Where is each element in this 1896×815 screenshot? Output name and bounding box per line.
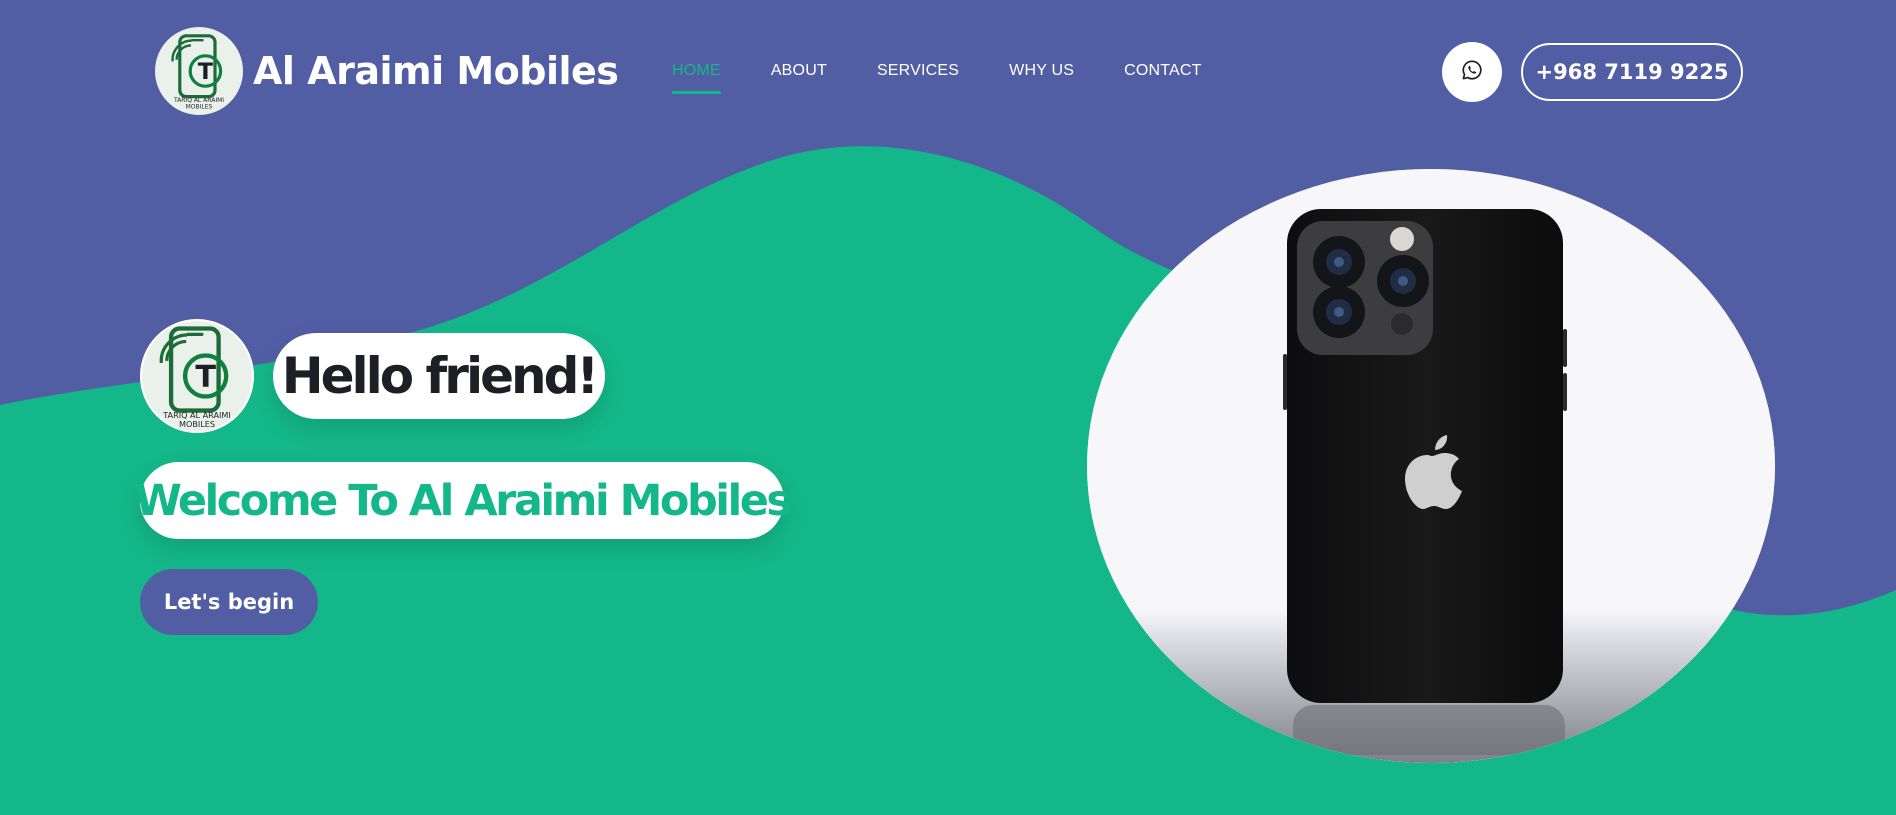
welcome-text: Welcome To Al Araimi Mobiles — [134, 475, 793, 526]
main-nav: HOME ABOUT SERVICES WHY US CONTACT — [672, 62, 1202, 94]
lets-begin-button[interactable]: Let's begin — [140, 569, 318, 635]
svg-text:T: T — [198, 59, 214, 85]
logo-caption-line2: MOBILES — [186, 104, 213, 111]
nav-why-us[interactable]: WHY US — [1009, 62, 1074, 80]
site-header: T TARIQ AL ARAIMI MOBILES Al Araimi Mobi… — [0, 0, 1896, 140]
svg-text:T: T — [195, 360, 216, 395]
greeting-text: Hello friend! — [281, 347, 599, 405]
welcome-bubble: Welcome To Al Araimi Mobiles — [135, 462, 792, 539]
hero-logo-icon: T TARIQ AL ARAIMI MOBILES — [140, 319, 254, 433]
nav-about[interactable]: ABOUT — [771, 62, 827, 80]
brand-logo-link[interactable]: T TARIQ AL ARAIMI MOBILES Al Araimi Mobi… — [155, 27, 619, 115]
nav-contact[interactable]: CONTACT — [1124, 62, 1202, 80]
whatsapp-icon — [1461, 59, 1483, 85]
hero-phone-image — [1087, 169, 1775, 763]
hero-logo-caption-line2: MOBILES — [179, 419, 215, 429]
brand-logo-icon: T TARIQ AL ARAIMI MOBILES — [155, 27, 243, 115]
whatsapp-button[interactable] — [1442, 42, 1502, 102]
brand-name: Al Araimi Mobiles — [253, 49, 619, 93]
phone-number-button[interactable]: +968 7119 9225 — [1521, 43, 1743, 101]
greeting-bubble: Hello friend! — [273, 333, 605, 419]
nav-services[interactable]: SERVICES — [877, 62, 959, 80]
nav-home[interactable]: HOME — [672, 62, 721, 94]
